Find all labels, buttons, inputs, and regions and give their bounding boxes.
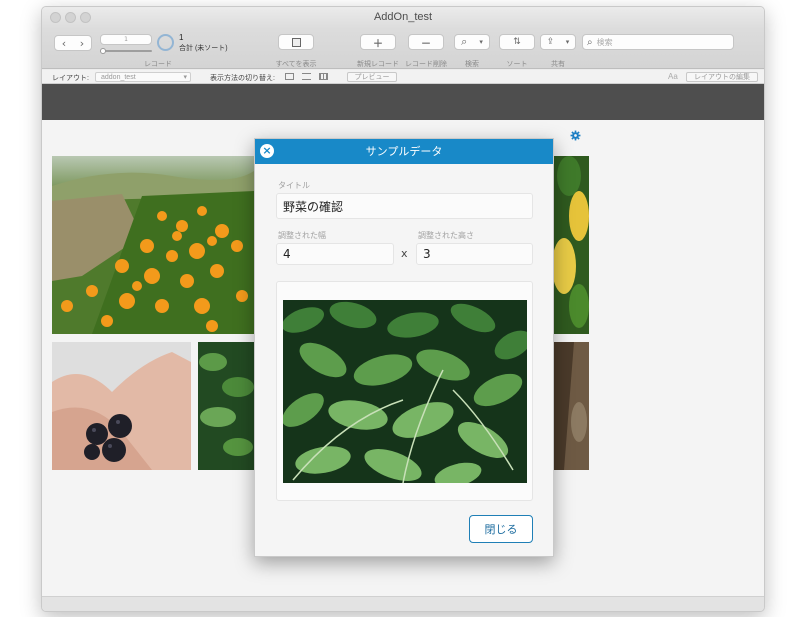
title-field[interactable]: 野菜の確認 (276, 193, 533, 219)
list-view-icon[interactable] (302, 73, 311, 80)
preview-button[interactable]: プレビュー (347, 72, 397, 82)
chevron-down-icon: ▾ (565, 38, 570, 46)
height-field[interactable]: 3 (416, 243, 533, 265)
width-label: 調整された幅 (278, 231, 326, 240)
show-all-label: すべてを表示 (275, 61, 317, 68)
record-nav-buttons: ‹ › (54, 35, 92, 51)
photo-blackberries[interactable] (52, 342, 191, 470)
view-switch-label: 表示方法の切り替え: (210, 75, 275, 82)
toolbar: ‹ › 1 1 合計 (未ソート) レコード すべてを表示 ＋ 新規レコード －… (42, 29, 764, 69)
search-placeholder: 検索 (596, 37, 613, 47)
table-view-icon[interactable] (319, 73, 328, 80)
share-icon: ⇪ (546, 37, 555, 47)
chevron-down-icon: ▾ (479, 38, 483, 46)
sort-icon: ⇅ (513, 37, 521, 47)
search-field[interactable]: ⌕ 検索 (582, 34, 734, 50)
minus-icon: － (421, 38, 431, 50)
pie-icon (157, 34, 174, 51)
photo-poppies[interactable] (52, 156, 254, 334)
chevron-right-icon[interactable]: › (80, 37, 84, 50)
find-label: 検索 (465, 61, 479, 68)
magnifier-icon: ⌕ (587, 36, 593, 48)
parsley-image[interactable] (283, 300, 527, 483)
chevron-down-icon: ▾ (183, 74, 187, 81)
close-icon[interactable]: × (260, 144, 274, 158)
record-number-field[interactable]: 1 (100, 34, 152, 45)
record-total: 合計 (未ソート) (179, 45, 228, 52)
sort-button[interactable]: ⇅ (499, 34, 535, 50)
height-label: 調整された高さ (418, 231, 474, 240)
photo-tulips[interactable] (554, 156, 589, 334)
delete-record-button[interactable]: － (408, 34, 444, 50)
edit-layout-button[interactable]: レイアウトの編集 (686, 72, 758, 82)
new-record-button[interactable]: ＋ (360, 34, 396, 50)
width-field[interactable]: 4 (276, 243, 394, 265)
header-band (42, 84, 764, 120)
plus-icon: ＋ (373, 38, 383, 50)
width-value: 4 (283, 247, 291, 261)
font-size-icon[interactable]: Aa (668, 72, 678, 81)
photo-parsley-thumb[interactable] (198, 342, 254, 470)
layout-select-value: addon_test (101, 74, 136, 81)
chevron-left-icon[interactable]: ‹ (62, 37, 66, 50)
title-value: 野菜の確認 (283, 199, 344, 214)
record-slider[interactable] (100, 48, 152, 54)
find-button[interactable]: ⌕ ▾ (454, 34, 490, 50)
title-bar: AddOn_test (42, 7, 764, 29)
dialog-header: サンプルデータ × (255, 139, 553, 164)
gear-icon[interactable] (570, 130, 581, 141)
image-container (276, 281, 533, 501)
app-window: AddOn_test ‹ › 1 1 合計 (未ソート) レコード すべてを表示… (41, 6, 765, 612)
records-label: レコード (144, 61, 172, 68)
sample-data-dialog: サンプルデータ × タイトル 野菜の確認 調整された幅 4 x 調整された高さ … (254, 138, 554, 557)
close-button[interactable]: 閉じる (469, 515, 533, 543)
dialog-title: サンプルデータ (365, 145, 443, 158)
delete-record-label: レコード削除 (405, 61, 447, 68)
form-view-icon[interactable] (285, 73, 294, 80)
layout-bar: レイアウト: addon_test ▾ 表示方法の切り替え: プレビュー Aa … (42, 70, 764, 84)
share-label: 共有 (551, 61, 565, 68)
show-all-icon (291, 37, 301, 47)
height-value: 3 (423, 247, 431, 261)
share-button[interactable]: ⇪ ▾ (540, 34, 576, 50)
window-title: AddOn_test (373, 11, 433, 23)
magnifier-icon: ⌕ (461, 35, 468, 48)
layout-label: レイアウト: (52, 75, 89, 82)
record-current: 1 (179, 33, 184, 42)
photo-bark[interactable] (554, 342, 589, 470)
status-bar (42, 596, 764, 611)
slider-handle[interactable] (100, 48, 106, 54)
title-label: タイトル (278, 181, 310, 190)
times-symbol: x (401, 247, 408, 260)
show-all-button[interactable] (278, 34, 314, 50)
layout-select[interactable]: addon_test ▾ (95, 72, 191, 82)
sort-label: ソート (506, 61, 528, 68)
